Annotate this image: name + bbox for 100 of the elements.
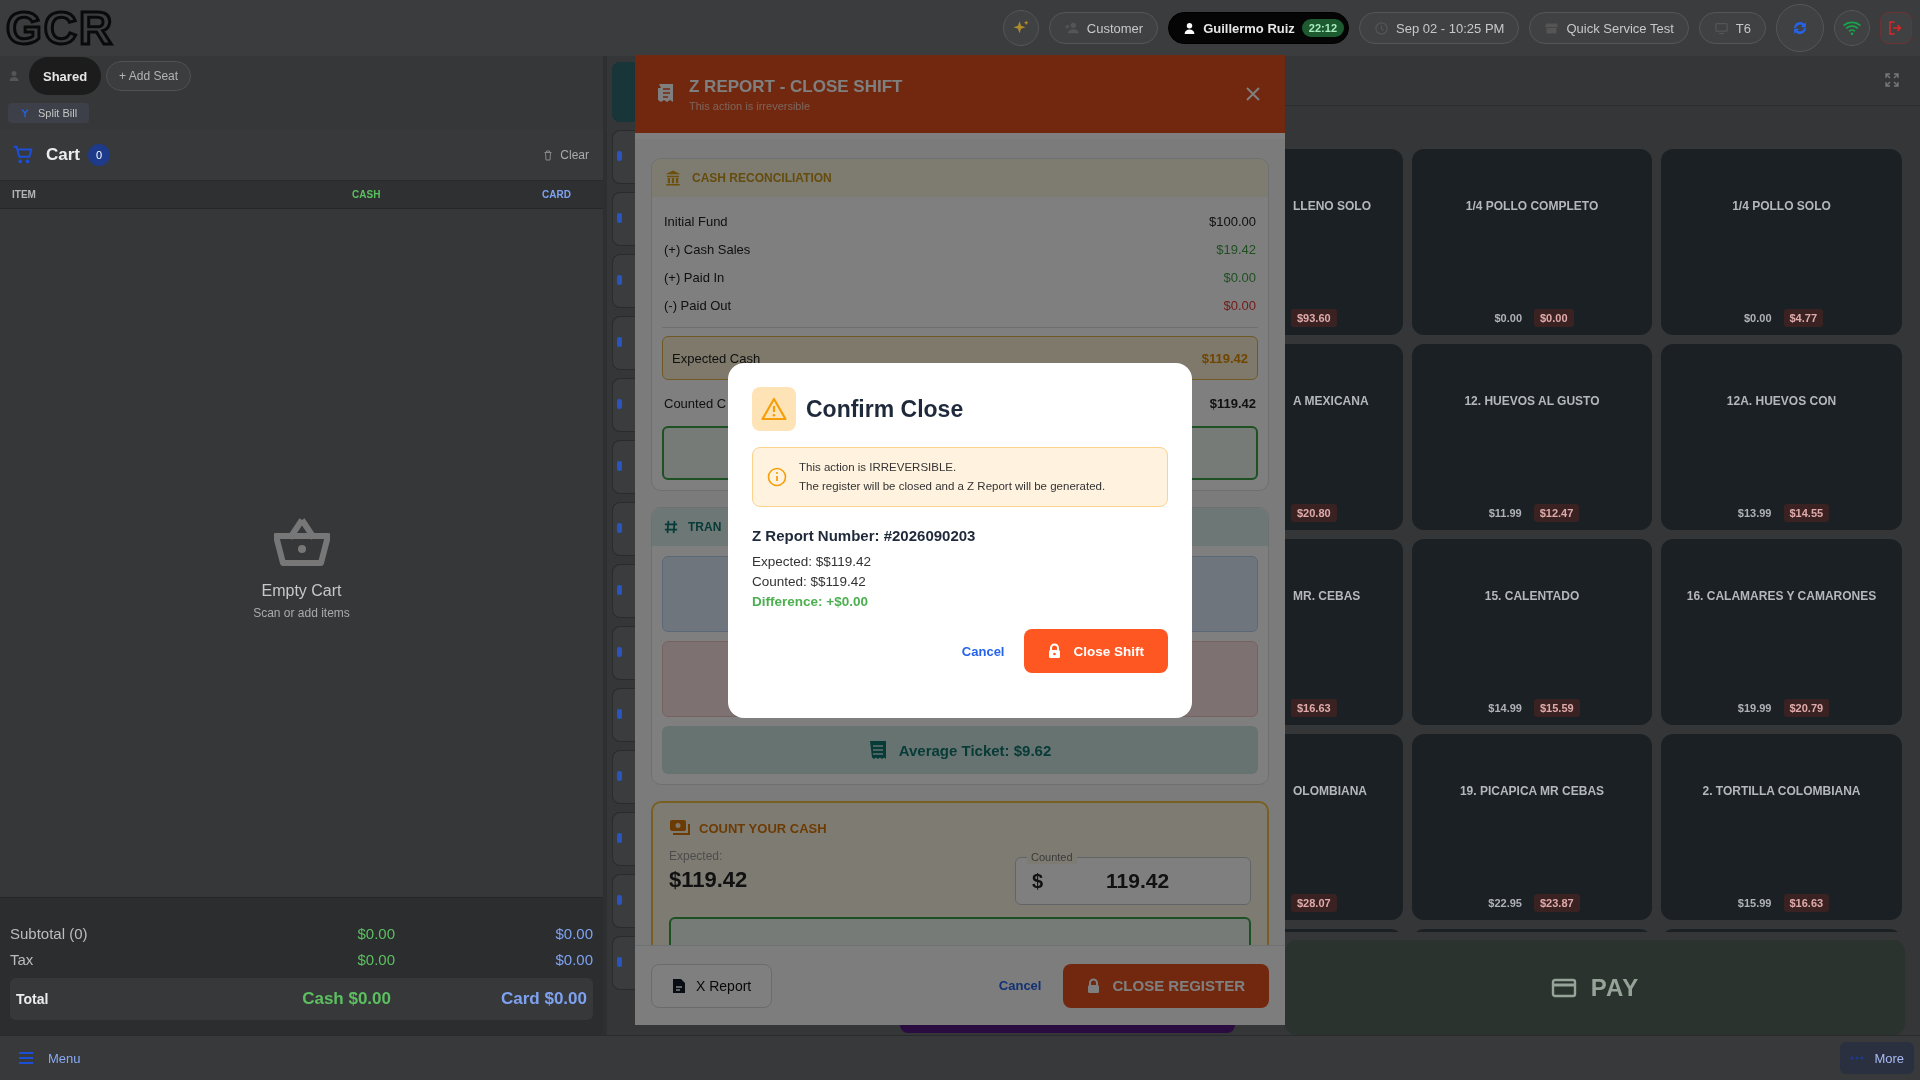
person-icon <box>8 70 20 82</box>
user-chip[interactable]: Guillermo Ruiz 22:12 <box>1168 12 1349 44</box>
sync-button[interactable] <box>1776 4 1824 52</box>
card-amount: $0.00 <box>554 950 593 968</box>
basket-icon <box>273 516 330 566</box>
product-tile[interactable]: 12. HUEVOS AL GUSTO $11.99 $12.47 <box>1412 343 1652 530</box>
more-button[interactable]: More <box>1840 1042 1914 1074</box>
category-tile[interactable] <box>612 130 635 184</box>
product-name: 15. CALENTADO <box>1484 588 1580 603</box>
card-total: Card $0.00 <box>501 989 587 1009</box>
sparkle-button[interactable] <box>1002 10 1039 46</box>
cash-amount: $0.00 <box>356 950 395 968</box>
category-tile[interactable] <box>612 688 635 742</box>
product-name: 1/4 POLLO SOLO <box>1732 198 1831 213</box>
category-tile[interactable] <box>612 316 635 370</box>
product-name: LLENO SOLO <box>1293 198 1371 213</box>
category-tile[interactable] <box>612 440 635 494</box>
logout-button[interactable] <box>1880 12 1912 44</box>
time-badge: 22:12 <box>1301 19 1344 37</box>
modal-title: Z REPORT - CLOSE SHIFT <box>689 76 903 97</box>
x-report-button[interactable]: X Report <box>651 963 773 1008</box>
row-label: Expected Cash <box>672 350 761 366</box>
warning-icon <box>761 397 787 421</box>
product-tile[interactable]: 1/4 POLLO COMPLETO $0.00 $0.00 <box>1412 148 1652 335</box>
alert-text: This action is IRREVERSIBLE. <box>799 460 958 475</box>
cash-total: Cash $0.00 <box>302 989 391 1009</box>
average-ticket: Average Ticket: $9.62 <box>898 741 1052 759</box>
fullscreen-icon[interactable] <box>1884 72 1900 89</box>
category-tile[interactable] <box>612 254 635 308</box>
pay-button[interactable]: PAY <box>1285 940 1905 1035</box>
category-tile[interactable] <box>612 750 635 804</box>
product-tile[interactable]: 12A. HUEVOS CON $13.99 $14.55 <box>1661 343 1902 530</box>
cash-icon <box>669 819 691 837</box>
terminal-chip[interactable]: T6 <box>1698 12 1766 44</box>
info-icon <box>767 467 787 487</box>
bank-icon <box>664 169 682 187</box>
category-tile[interactable] <box>612 62 635 122</box>
expected-amount: $119.42 <box>669 867 748 893</box>
split-bill-button[interactable]: Split Bill <box>8 103 90 123</box>
lock-icon <box>1048 643 1062 659</box>
total-label: Subtotal (0) <box>10 924 89 942</box>
cash-price: $15.99 <box>1736 895 1773 911</box>
product-tile[interactable]: 1/4 POLLO SOLO $0.00 $4.77 <box>1661 148 1902 335</box>
trash-icon <box>542 148 555 162</box>
more-icon <box>1850 1056 1865 1060</box>
category-tile[interactable] <box>612 378 635 432</box>
product-name: 12. HUEVOS AL GUSTO <box>1464 393 1600 408</box>
wifi-button[interactable] <box>1834 10 1870 46</box>
product-tile[interactable]: 2. TORTILLA COLOMBIANA $15.99 $16.63 <box>1661 733 1902 920</box>
section-title: COUNT YOUR CASH <box>699 820 827 836</box>
credit-card-icon <box>1550 977 1577 998</box>
cash-price: $19.99 <box>1736 700 1773 716</box>
card-price: $12.47 <box>1533 503 1580 522</box>
modal-subtitle: This action is irreversible <box>689 99 812 112</box>
category-tile[interactable] <box>612 192 635 246</box>
customer-button[interactable]: Customer <box>1048 12 1159 44</box>
category-tile[interactable] <box>612 812 635 866</box>
report-number: Z Report Number: #2026090203 <box>752 527 977 544</box>
category-tile[interactable] <box>612 502 635 556</box>
seat-tab[interactable]: Shared <box>29 57 102 95</box>
datetime-chip[interactable]: Sep 02 - 10:25 PM <box>1359 12 1520 44</box>
cash-price: $14.99 <box>1487 700 1523 716</box>
dialog-title: Confirm Close <box>806 395 964 423</box>
category-tile[interactable] <box>612 564 635 618</box>
menu-icon <box>18 1051 34 1065</box>
card-price: $0.00 <box>1534 308 1574 327</box>
close-icon[interactable] <box>1245 86 1261 102</box>
clear-button[interactable]: Clear <box>542 148 589 162</box>
category-tile[interactable] <box>612 626 635 680</box>
store-chip[interactable]: Quick Service Test <box>1529 12 1689 44</box>
empty-cart-hint: Scan or add items <box>253 606 350 620</box>
category-tile[interactable] <box>612 874 635 928</box>
product-name: MR. CEBAS <box>1293 588 1361 603</box>
card-price: $28.07 <box>1291 893 1337 912</box>
total-label: Tax <box>10 950 35 968</box>
product-tile[interactable]: LLENO SOLO $93.60 <box>1285 148 1403 335</box>
category-tile[interactable] <box>612 936 635 990</box>
cancel-button[interactable]: Cancel <box>957 639 1009 663</box>
product-name: 19. PICAPICA MR CEBAS <box>1459 783 1605 798</box>
card-price: $20.79 <box>1783 698 1830 717</box>
product-tile[interactable]: A MEXICANA $20.80 <box>1285 343 1403 530</box>
card-price: $23.87 <box>1534 893 1580 912</box>
product-tile[interactable]: MR. CEBAS $16.63 <box>1285 538 1403 725</box>
row-label: (-) Paid Out <box>664 297 732 313</box>
section-title: TRAN <box>688 520 722 534</box>
row-amount: $0.00 <box>1223 297 1256 313</box>
add-seat-button[interactable]: + Add Seat <box>106 61 192 91</box>
product-tile[interactable]: OLOMBIANA $28.07 <box>1285 733 1403 920</box>
cash-price: $22.95 <box>1487 895 1523 911</box>
cash-price: $11.99 <box>1487 505 1523 521</box>
product-name: 16. CALAMARES Y CAMARONES <box>1686 588 1877 603</box>
difference-text: Difference: +$0.00 <box>752 594 869 609</box>
menu-button[interactable]: Menu <box>18 1050 81 1066</box>
product-tile[interactable]: 16. CALAMARES Y CAMARONES $19.99 $20.79 <box>1661 538 1902 725</box>
row-amount: $19.42 <box>1216 241 1256 257</box>
row-label: Initial Fund <box>664 213 728 229</box>
product-name: 1/4 POLLO COMPLETO <box>1465 198 1599 213</box>
product-tile[interactable]: 19. PICAPICA MR CEBAS $22.95 $23.87 <box>1412 733 1652 920</box>
product-tile[interactable]: 15. CALENTADO $14.99 $15.59 <box>1412 538 1652 725</box>
card-price: $16.63 <box>1291 698 1337 717</box>
